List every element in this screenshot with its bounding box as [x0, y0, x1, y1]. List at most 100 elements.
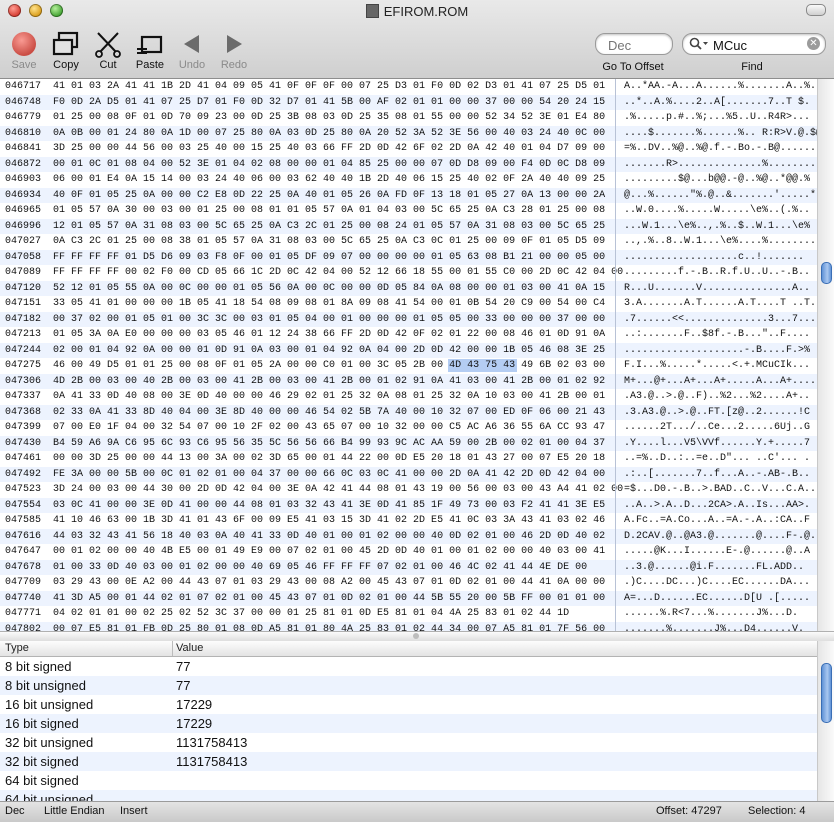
- hex-row[interactable]: 047275 46 00 49 D5 01 01 25 00 08 0F 01 0…: [0, 358, 817, 374]
- hex-row[interactable]: 047337 0A 41 33 0D 40 08 00 3E 0D 40 00 0…: [0, 389, 817, 405]
- hex-row-bytes[interactable]: 41 3D A5 00 01 44 02 01 07 02 01 00 45 4…: [53, 591, 605, 607]
- hex-row[interactable]: 047709 03 29 43 00 0E A2 00 44 43 07 01 0…: [0, 575, 817, 591]
- hex-row-ascii[interactable]: R...U.......V...............A..: [624, 281, 810, 297]
- hex-row-bytes[interactable]: 01 25 00 08 0F 01 0D 70 09 23 00 0D 25 3…: [53, 110, 605, 126]
- hex-row-bytes[interactable]: 00 01 0C 01 08 04 00 52 3E 01 04 02 08 0…: [53, 157, 605, 173]
- hex-row[interactable]: 047678 01 00 33 0D 40 03 00 01 02 00 00 4…: [0, 559, 817, 576]
- table-row[interactable]: 64 bit unsigned: [0, 790, 817, 801]
- hex-row-ascii[interactable]: =$...D0.-.B..>.BAD..C..V...C.A..: [624, 482, 816, 498]
- hex-row[interactable]: 047182 00 37 02 00 01 05 01 00 3C 3C 00 0…: [0, 311, 817, 328]
- paste-button[interactable]: Paste: [128, 30, 172, 71]
- hex-row-ascii[interactable]: ..,.%..8..W.1...\e%....%........: [624, 234, 816, 250]
- hex-row-bytes[interactable]: F0 0D 2A D5 01 41 07 25 D7 01 F0 0D 32 D…: [53, 95, 605, 111]
- hex-row-bytes[interactable]: 01 05 57 0A 30 00 03 00 01 25 00 08 01 0…: [53, 203, 605, 219]
- value-column-header[interactable]: Value: [176, 642, 203, 654]
- hex-row-bytes[interactable]: 0A C3 2C 01 25 00 08 38 01 05 57 0A 31 0…: [53, 234, 605, 250]
- hex-row-ascii[interactable]: .:..[.......7..f...A..-.AB-.B..: [624, 467, 810, 483]
- hex-row[interactable]: 047120 52 12 01 05 55 0A 00 0C 00 00 01 0…: [0, 280, 817, 297]
- hex-row[interactable]: 047368 02 33 0A 41 33 8D 40 04 00 3E 8D 4…: [0, 404, 817, 421]
- hex-row-bytes[interactable]: 02 00 01 04 92 0A 00 00 01 0D 91 0A 03 0…: [53, 343, 605, 359]
- hex-row-bytes[interactable]: 01 05 3A 0A E0 00 00 00 03 05 46 01 12 2…: [53, 327, 605, 343]
- hex-row-bytes[interactable]: 04 02 01 01 00 02 25 02 52 3C 37 00 00 0…: [53, 606, 569, 622]
- table-row[interactable]: 16 bit unsigned 17229: [0, 695, 817, 714]
- hex-row[interactable]: 047306 4D 2B 00 03 00 40 2B 00 03 00 41 2…: [0, 373, 817, 389]
- table-scroll-thumb[interactable]: [821, 663, 832, 723]
- hex-row-ascii[interactable]: .3.A3.@..>.@..FT.[z@..2......!C: [624, 405, 810, 421]
- hex-row-ascii[interactable]: ..=%..D..:..=e..D"... ..C'... .: [624, 451, 810, 467]
- hex-row-bytes[interactable]: 52 12 01 05 55 0A 00 0C 00 00 01 05 56 0…: [53, 281, 605, 297]
- hex-row-ascii[interactable]: ..:.......F..$8f.-.B..."..F....: [624, 327, 810, 343]
- hex-row-bytes[interactable]: 03 29 43 00 0E A2 00 44 43 07 01 03 29 4…: [53, 575, 605, 591]
- toolbar-toggle-button[interactable]: [806, 4, 826, 16]
- hex-row-bytes[interactable]: 02 33 0A 41 33 8D 40 04 00 3E 8D 40 00 0…: [53, 405, 605, 421]
- hex-row[interactable]: 047740 41 3D A5 00 01 44 02 01 07 02 01 0…: [0, 590, 817, 607]
- hex-editor-view[interactable]: 046717 41 01 03 2A 41 41 1B 2D 41 04 09 0…: [0, 79, 817, 631]
- cut-button[interactable]: Cut: [86, 30, 130, 71]
- redo-button[interactable]: Redo: [212, 30, 256, 71]
- hex-row-ascii[interactable]: .A3.@..>.@..F)..%2...%2....A+..: [624, 389, 810, 405]
- hex-row[interactable]: 047461 00 00 3D 25 00 00 44 13 00 3A 00 0…: [0, 451, 817, 467]
- hex-row[interactable]: 047616 44 03 32 43 41 56 18 40 03 0A 40 4…: [0, 528, 817, 545]
- hex-row-bytes[interactable]: 44 03 32 43 41 56 18 40 03 0A 40 41 33 0…: [53, 529, 605, 545]
- hex-row[interactable]: 046717 41 01 03 2A 41 41 1B 2D 41 04 09 0…: [0, 79, 817, 95]
- hex-row-ascii[interactable]: .........$@...b@@.-@..%@..*@@.%: [624, 172, 810, 188]
- hex-row[interactable]: 047802 00 07 E5 81 01 FB 0D 25 80 01 08 0…: [0, 621, 817, 632]
- hex-view-scrollbar[interactable]: [817, 79, 834, 631]
- hex-row-ascii[interactable]: .......R>..............%.........: [624, 157, 817, 173]
- hex-row-bytes[interactable]: 3D 25 00 00 44 56 00 03 25 40 00 15 25 4…: [53, 141, 605, 157]
- hex-row[interactable]: 047771 04 02 01 01 00 02 25 02 52 3C 37 0…: [0, 606, 817, 622]
- hex-row-ascii[interactable]: A..*AA.-A...A......%.......A..%.: [624, 79, 816, 95]
- hex-row-bytes[interactable]: 0A 41 33 0D 40 08 00 3E 0D 40 00 00 46 2…: [53, 389, 605, 405]
- find-field[interactable]: ✕: [682, 33, 826, 55]
- hex-row-ascii[interactable]: ..3.@......@i.F.......FL.ADD..: [624, 560, 804, 576]
- hex-row[interactable]: 046996 12 01 05 57 0A 31 08 03 00 5C 65 2…: [0, 218, 817, 235]
- hex-row-ascii[interactable]: ....................-.B....F.>%: [624, 343, 810, 359]
- go-to-offset-input[interactable]: [606, 36, 670, 54]
- table-row[interactable]: 32 bit signed 1131758413: [0, 752, 817, 771]
- hex-row-bytes[interactable]: 06 00 01 E4 0A 15 14 00 03 24 40 06 00 0…: [53, 172, 605, 188]
- hex-row-ascii[interactable]: ..*..A.%....2..A[.......7..T $.: [624, 95, 810, 111]
- hex-row[interactable]: 047213 01 05 3A 0A E0 00 00 00 03 05 46 0…: [0, 327, 817, 343]
- go-to-offset-field[interactable]: [595, 33, 673, 55]
- hex-row-bytes[interactable]: 33 05 41 01 00 00 00 1B 05 41 18 54 08 0…: [53, 296, 605, 312]
- hex-row-bytes[interactable]: 00 07 E5 81 01 FB 0D 25 80 01 08 0D A5 8…: [53, 622, 605, 632]
- hex-row-ascii[interactable]: .......%.......J%...D4......V.: [624, 622, 804, 632]
- type-column-header[interactable]: Type: [5, 642, 29, 654]
- hex-row[interactable]: 046841 3D 25 00 00 44 56 00 03 25 40 00 1…: [0, 141, 817, 157]
- hex-view-scroll-thumb[interactable]: [821, 262, 832, 284]
- hex-row-bytes[interactable]: 00 00 3D 25 00 00 44 13 00 3A 00 02 3D 6…: [53, 451, 605, 467]
- table-row[interactable]: 8 bit signed 77: [0, 657, 817, 676]
- hex-row-bytes[interactable]: 0A 0B 00 01 24 80 0A 1D 00 07 25 80 0A 0…: [53, 126, 605, 142]
- search-icon[interactable]: [689, 37, 709, 51]
- hex-row-bytes[interactable]: FF FF FF FF 00 02 F0 00 CD 05 66 1C 2D 0…: [53, 265, 623, 281]
- hex-row[interactable]: 047089 FF FF FF FF 00 02 F0 00 CD 05 66 1…: [0, 265, 817, 281]
- hex-row-ascii[interactable]: A.Fc..=A.Co...A..=A.-.A..:CA..F: [624, 513, 810, 529]
- table-row[interactable]: 8 bit unsigned 77: [0, 676, 817, 695]
- hex-row[interactable]: 046748 F0 0D 2A D5 01 41 07 25 D7 01 F0 0…: [0, 94, 817, 111]
- hex-row-ascii[interactable]: @...%......"%.@..&.......'.....*: [624, 188, 816, 204]
- hex-row-ascii[interactable]: F.I...%.....*.....<.+.MCuCIk...: [624, 358, 810, 374]
- hex-row-ascii[interactable]: .)C....DC...)C....EC......DA...: [624, 575, 810, 591]
- number-mode[interactable]: Dec: [5, 805, 25, 817]
- hex-row-bytes[interactable]: 12 01 05 57 0A 31 08 03 00 5C 65 25 0A C…: [53, 219, 605, 235]
- hex-row-bytes[interactable]: 46 00 49 D5 01 01 25 00 08 0F 01 05 2A 0…: [53, 358, 605, 374]
- hex-row-bytes[interactable]: 01 00 33 0D 40 03 00 01 02 00 00 40 69 0…: [53, 560, 587, 576]
- hex-row[interactable]: 047027 0A C3 2C 01 25 00 08 38 01 05 57 0…: [0, 234, 817, 250]
- hex-row-bytes[interactable]: 41 10 46 63 00 1B 3D 41 01 43 6F 00 09 E…: [53, 513, 605, 529]
- hex-row-ascii[interactable]: ...................c..!.......: [624, 250, 804, 266]
- save-button[interactable]: Save: [2, 30, 46, 71]
- hex-row[interactable]: 047151 33 05 41 01 00 00 00 1B 05 41 18 5…: [0, 296, 817, 312]
- hex-row[interactable]: 047058 FF FF FF FF 01 D5 D6 09 03 F8 0F 0…: [0, 249, 817, 266]
- undo-button[interactable]: Undo: [170, 30, 214, 71]
- hex-row-bytes[interactable]: FF FF FF FF 01 D5 D6 09 03 F8 0F 00 01 0…: [53, 250, 605, 266]
- hex-row-bytes[interactable]: 3D 24 00 03 00 44 30 00 2D 0D 42 04 00 3…: [53, 482, 623, 498]
- hex-row-ascii[interactable]: A=...D......EC......D[U .[.....: [624, 591, 810, 607]
- hex-row[interactable]: 047492 FE 3A 00 00 5B 00 0C 01 02 01 00 0…: [0, 466, 817, 483]
- hex-row[interactable]: 046810 0A 0B 00 01 24 80 0A 1D 00 07 25 8…: [0, 125, 817, 142]
- hex-row-bytes[interactable]: 07 00 E0 1F 04 00 32 54 07 00 10 2F 02 0…: [53, 420, 605, 436]
- hex-row-ascii[interactable]: .....@K...I......E-.@......@..A: [624, 544, 810, 560]
- hex-row-ascii[interactable]: .7......<<..............3...7...: [624, 312, 816, 328]
- hex-row-ascii[interactable]: .%.....p.#..%;...%5..U..R4R>...: [624, 110, 810, 126]
- hex-row-ascii[interactable]: ..W.0....%.....W.....\e%..(.%..: [624, 203, 810, 219]
- hex-row-ascii[interactable]: ...W.1...\e%..,.%..$..W.1...\e%: [624, 219, 810, 235]
